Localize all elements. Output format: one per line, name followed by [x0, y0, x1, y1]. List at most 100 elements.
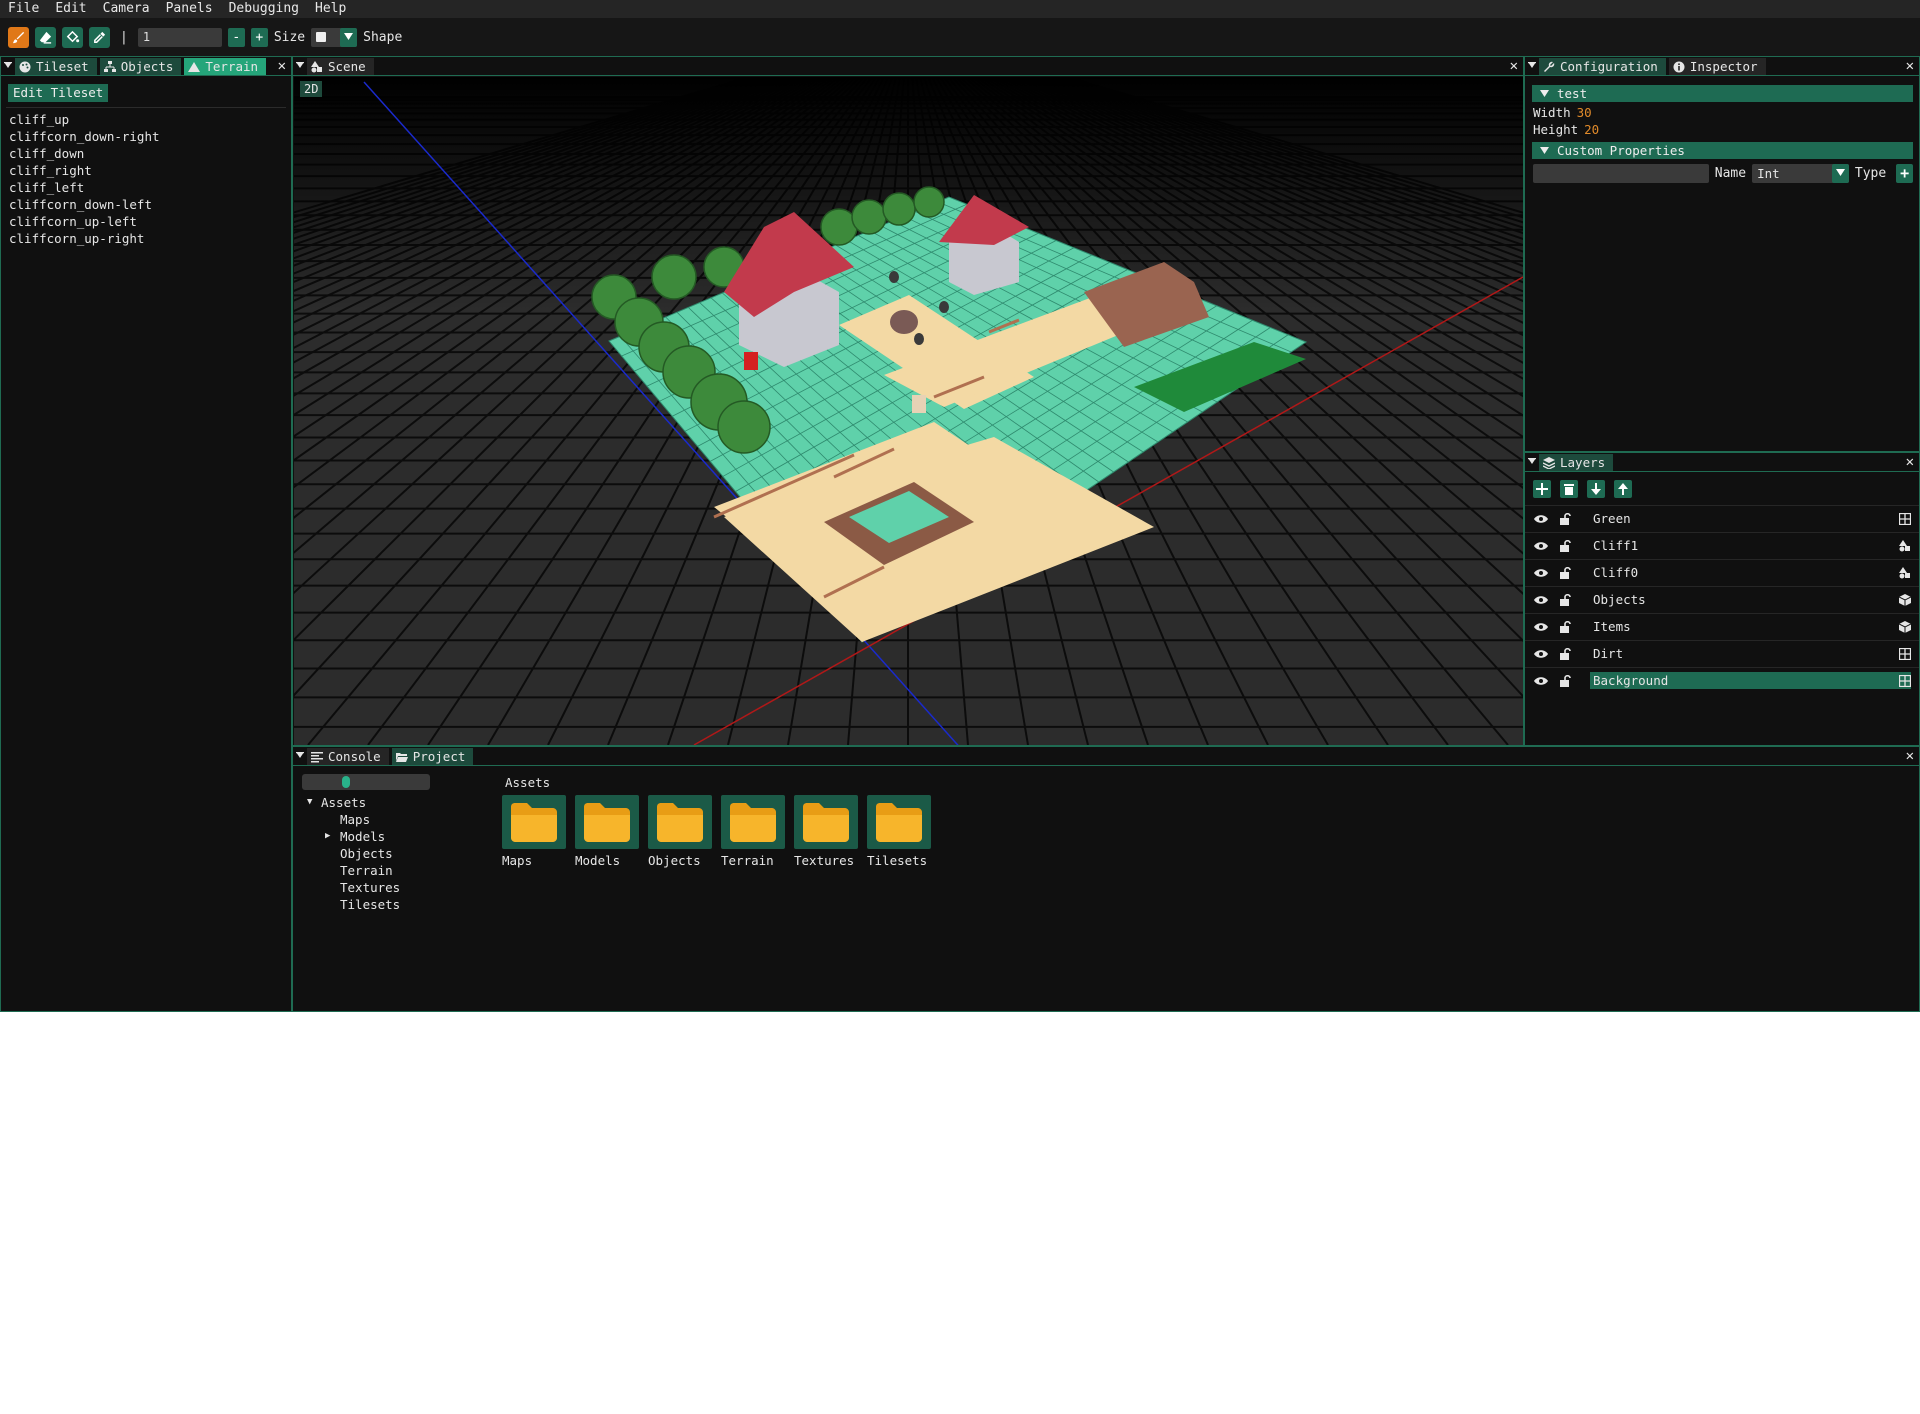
- folder-open-icon: [395, 752, 408, 762]
- list-item[interactable]: cliff_up: [9, 111, 160, 128]
- close-icon[interactable]: ✕: [278, 58, 286, 74]
- tab-project-label: Project: [412, 749, 466, 764]
- layer-row[interactable]: Green: [1525, 505, 1919, 532]
- move-layer-down-button[interactable]: [1587, 480, 1605, 498]
- menu-camera[interactable]: Camera: [95, 0, 158, 18]
- trash-icon: [1564, 484, 1574, 495]
- brush-tool-button[interactable]: [8, 26, 29, 48]
- text-align-icon: [311, 751, 323, 762]
- panel-menu-icon[interactable]: [293, 57, 307, 75]
- fill-tool-button[interactable]: [62, 26, 83, 48]
- layer-row[interactable]: Cliff0: [1525, 559, 1919, 586]
- edit-tileset-button[interactable]: Edit Tileset: [8, 84, 109, 102]
- menu-edit[interactable]: Edit: [47, 0, 94, 18]
- list-item[interactable]: cliff_left: [9, 179, 160, 196]
- close-icon[interactable]: ✕: [1906, 58, 1914, 74]
- custom-properties-header[interactable]: Custom Properties: [1532, 142, 1913, 159]
- list-item[interactable]: cliffcorn_down-right: [9, 128, 160, 145]
- layer-row[interactable]: Dirt: [1525, 640, 1919, 667]
- menu-help[interactable]: Help: [307, 0, 354, 18]
- tree-root[interactable]: ▼ Assets: [307, 794, 400, 811]
- tab-terrain[interactable]: Terrain: [184, 58, 267, 75]
- layer-name: Cliff1: [1593, 538, 1639, 553]
- tab-inspector[interactable]: Inspector: [1668, 58, 1766, 75]
- terrain-icon: [1899, 567, 1910, 579]
- eye-icon[interactable]: [1534, 676, 1548, 686]
- tree-item-maps[interactable]: Maps: [307, 811, 400, 828]
- shape-select[interactable]: [311, 27, 358, 47]
- tab-layers[interactable]: Layers: [1539, 454, 1614, 471]
- delete-layer-button[interactable]: [1560, 480, 1578, 498]
- unlock-icon[interactable]: [1559, 540, 1571, 552]
- menu-debugging[interactable]: Debugging: [221, 0, 307, 18]
- move-layer-up-button[interactable]: [1614, 480, 1632, 498]
- folder-item[interactable]: Maps: [502, 795, 567, 868]
- height-value[interactable]: 20: [1584, 122, 1599, 137]
- size-decrease-button[interactable]: -: [227, 27, 245, 47]
- panel-menu-icon[interactable]: [1525, 57, 1539, 75]
- unlock-icon[interactable]: [1559, 594, 1571, 606]
- layer-row[interactable]: Items: [1525, 613, 1919, 640]
- list-item[interactable]: cliffcorn_down-left: [9, 196, 160, 213]
- unlock-icon[interactable]: [1559, 675, 1571, 687]
- slider-handle[interactable]: [342, 776, 350, 788]
- property-type-select[interactable]: Int: [1752, 163, 1849, 183]
- list-item[interactable]: cliff_right: [9, 162, 160, 179]
- folder-item[interactable]: Objects: [648, 795, 713, 868]
- close-icon[interactable]: ✕: [1906, 748, 1914, 764]
- thumbnail-size-slider[interactable]: [302, 774, 430, 790]
- tab-console[interactable]: Console: [307, 748, 389, 765]
- folder-item[interactable]: Textures: [794, 795, 859, 868]
- list-item[interactable]: cliffcorn_up-left: [9, 213, 160, 230]
- unlock-icon[interactable]: [1559, 513, 1571, 525]
- tab-project[interactable]: Project: [391, 748, 474, 765]
- picker-tool-button[interactable]: [89, 26, 110, 48]
- tree-item-models[interactable]: ▶ Models: [307, 828, 400, 845]
- eye-icon[interactable]: [1534, 541, 1548, 551]
- eye-icon[interactable]: [1534, 568, 1548, 578]
- menu-panels[interactable]: Panels: [158, 0, 221, 18]
- tab-configuration[interactable]: Configuration: [1539, 58, 1666, 75]
- layer-row[interactable]: Cliff1: [1525, 532, 1919, 559]
- eyedropper-icon: [94, 31, 106, 43]
- size-increase-button[interactable]: +: [250, 27, 268, 47]
- map-section-header[interactable]: test: [1532, 85, 1913, 102]
- layer-row[interactable]: Background: [1525, 667, 1919, 694]
- eye-icon[interactable]: [1534, 622, 1548, 632]
- panel-menu-icon[interactable]: [1525, 453, 1539, 471]
- add-property-button[interactable]: +: [1896, 163, 1913, 183]
- property-name-input[interactable]: [1533, 163, 1709, 183]
- panel-menu-icon[interactable]: [293, 747, 307, 765]
- folder-item[interactable]: Models: [575, 795, 640, 868]
- close-icon[interactable]: ✕: [1510, 58, 1518, 74]
- tree-item-tilesets[interactable]: Tilesets: [307, 896, 400, 913]
- tree-item-terrain[interactable]: Terrain: [307, 862, 400, 879]
- eye-icon[interactable]: [1534, 649, 1548, 659]
- unlock-icon[interactable]: [1559, 567, 1571, 579]
- eraser-tool-button[interactable]: [35, 26, 56, 48]
- add-layer-button[interactable]: [1533, 480, 1551, 498]
- unlock-icon[interactable]: [1559, 621, 1571, 633]
- tab-tileset[interactable]: Tileset: [15, 58, 97, 75]
- folder-item[interactable]: Tilesets: [867, 795, 932, 868]
- layer-row[interactable]: Objects: [1525, 586, 1919, 613]
- close-icon[interactable]: ✕: [1906, 454, 1914, 470]
- layer-toolbar: [1533, 480, 1632, 498]
- tab-scene[interactable]: Scene: [307, 58, 374, 75]
- scene-viewport[interactable]: 2D: [294, 77, 1523, 745]
- tree-item-textures[interactable]: Textures: [307, 879, 400, 896]
- list-item[interactable]: cliffcorn_up-right: [9, 230, 160, 247]
- brush-size-input[interactable]: 1: [137, 27, 222, 47]
- panel-menu-icon[interactable]: [1, 57, 15, 75]
- tree-item-objects[interactable]: Objects: [307, 845, 400, 862]
- layer-name: Background: [1590, 672, 1911, 689]
- view-2d-toggle[interactable]: 2D: [300, 81, 323, 97]
- unlock-icon[interactable]: [1559, 648, 1571, 660]
- width-value[interactable]: 30: [1577, 105, 1592, 120]
- list-item[interactable]: cliff_down: [9, 145, 160, 162]
- menu-file[interactable]: File: [0, 0, 47, 18]
- eye-icon[interactable]: [1534, 595, 1548, 605]
- eye-icon[interactable]: [1534, 514, 1548, 524]
- tab-objects[interactable]: Objects: [99, 58, 182, 75]
- folder-item[interactable]: Terrain: [721, 795, 786, 868]
